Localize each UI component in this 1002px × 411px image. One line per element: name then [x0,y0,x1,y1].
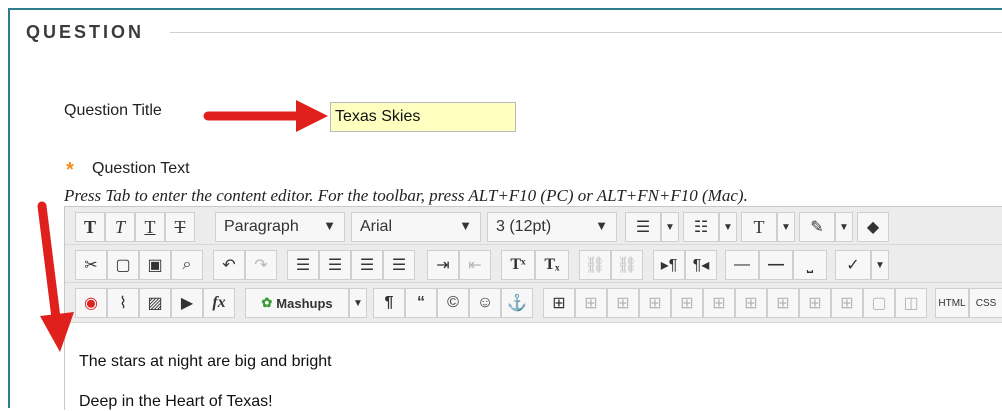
arrow-to-content-icon [37,201,74,352]
arrow-to-title-icon [203,100,328,132]
annotation-arrows [37,100,328,352]
